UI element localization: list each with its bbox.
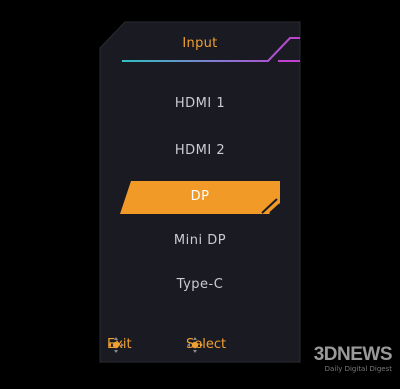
- osd-input-menu: Input HDMI 1 HDMI 2 DP Mini DP Type-C Ex…: [0, 0, 400, 389]
- menu-item-dp[interactable]: DP: [120, 181, 280, 213]
- menu-item-label: DP: [190, 189, 210, 204]
- dpad-left-icon: [108, 337, 124, 353]
- site-watermark: 3DNEWS Daily Digital Digest: [313, 344, 393, 373]
- menu-item-label: HDMI 1: [174, 96, 226, 111]
- select-hint[interactable]: Select: [186, 336, 226, 354]
- dpad-right-icon: [187, 337, 203, 353]
- watermark-brand: 3DNEWS: [313, 344, 393, 365]
- menu-item-type-c[interactable]: Type-C: [120, 269, 280, 301]
- menu-item-label: HDMI 2: [174, 143, 226, 158]
- menu-item-hdmi2[interactable]: HDMI 2: [120, 135, 280, 167]
- exit-hint[interactable]: Exit: [107, 336, 132, 354]
- menu-title: Input: [182, 36, 218, 51]
- menu-item-label: Mini DP: [173, 233, 227, 248]
- menu-item-hdmi1[interactable]: HDMI 1: [120, 88, 280, 120]
- menu-item-mini-dp[interactable]: Mini DP: [120, 225, 280, 257]
- watermark-subtitle: Daily Digital Digest: [324, 365, 392, 373]
- monitor-screen: Input HDMI 1 HDMI 2 DP Mini DP Type-C Ex…: [0, 0, 400, 389]
- menu-item-label: Type-C: [176, 277, 224, 292]
